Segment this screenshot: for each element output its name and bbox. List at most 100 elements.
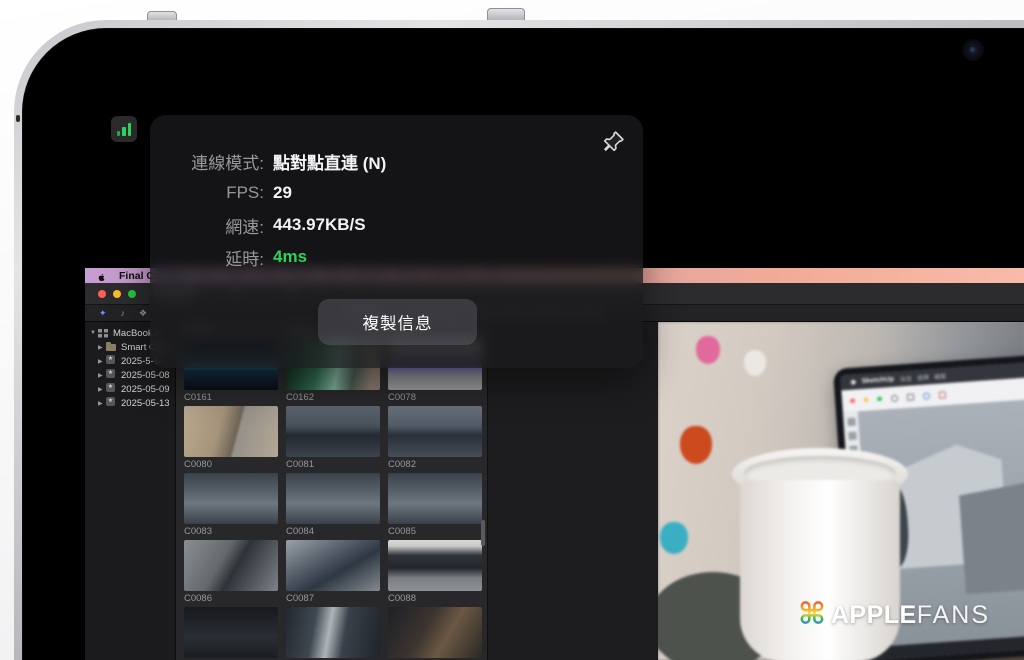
pin-button[interactable] <box>601 128 627 154</box>
clip-thumbnail[interactable] <box>388 406 482 457</box>
stat-value: 4ms <box>273 247 307 267</box>
clip-thumbnail[interactable] <box>184 406 278 457</box>
sidebar-item[interactable]: ▶ 2025-05-13 <box>85 396 175 410</box>
clip-cell[interactable]: C0086 <box>184 540 278 607</box>
model-building-shadow <box>958 478 1024 594</box>
clip-thumbnail[interactable] <box>286 473 380 524</box>
clip-label: C0081 <box>286 459 380 470</box>
stats-rows: 連線模式: 點對點直連 (N) FPS: 29 網速: 443.97KB/S 延… <box>150 145 643 273</box>
stat-label: 網速: <box>164 213 264 238</box>
yellow-dot <box>863 397 868 402</box>
clip-label: C0082 <box>388 459 482 470</box>
apple-menu-icon[interactable] <box>97 270 106 281</box>
browser-scrollbar[interactable] <box>481 520 485 546</box>
close-window-button[interactable] <box>98 290 106 298</box>
clip-thumbnail[interactable] <box>184 473 278 524</box>
sidebar-item-icon <box>106 399 117 408</box>
signal-bar-icon <box>122 127 126 136</box>
clip-label: C0086 <box>184 593 278 604</box>
stat-value: 443.97KB/S <box>273 215 366 235</box>
signal-bar-icon <box>117 131 121 136</box>
clip-cell[interactable] <box>388 607 482 660</box>
clip-label: C0085 <box>388 526 482 537</box>
signal-bar-icon <box>128 123 132 136</box>
front-camera <box>962 39 984 61</box>
microphone-dot <box>16 115 20 122</box>
copy-info-button[interactable]: 複製信息 <box>318 299 477 345</box>
sidebar-item-label: 2025-05-13 <box>121 398 170 409</box>
clip-label: C0078 <box>388 392 482 403</box>
clip-label: C0088 <box>388 593 482 604</box>
fcp-clip-browser: C0156 C0158 C0160 C0161 <box>176 322 487 660</box>
sketchup-menu-item: 信息 <box>900 374 913 384</box>
applefans-watermark: ⌘ APPLE FANS <box>798 600 990 630</box>
clip-thumbnail[interactable] <box>184 607 278 658</box>
clip-thumbnail[interactable] <box>286 607 380 658</box>
clip-thumbnail[interactable] <box>184 540 278 591</box>
clip-cell[interactable] <box>286 607 380 660</box>
clip-cell[interactable]: C0087 <box>286 540 380 607</box>
clip-label: C0087 <box>286 593 380 604</box>
tablet-bezel-edge: Final Cut Pro FileEditTrimMarkClipModify… <box>14 20 1024 660</box>
clip-label: C0080 <box>184 459 278 470</box>
apple-sticker-red <box>680 426 712 464</box>
disclosure-triangle-icon[interactable]: ▶ <box>98 358 106 365</box>
clip-thumbnail[interactable] <box>286 406 380 457</box>
magnifier-tool-icon <box>890 394 897 401</box>
disclosure-triangle-icon[interactable]: ▶ <box>98 386 106 393</box>
stat-row: 延時: 4ms <box>150 241 643 273</box>
clip-cell[interactable]: C0088 <box>388 540 482 607</box>
zoom-window-button[interactable] <box>128 290 136 298</box>
clip-thumbnail[interactable] <box>388 473 482 524</box>
sidebar-item-label: 2025-05-09 <box>121 384 170 395</box>
clip-label: C0083 <box>184 526 278 537</box>
sidebar-item-icon <box>106 371 117 380</box>
eraser-tool-icon <box>922 392 929 399</box>
sketchup-menu-items: 信息選擇繪圖 <box>900 371 947 383</box>
stat-row: 網速: 443.97KB/S <box>150 209 643 241</box>
clip-grid: C0156 C0158 C0160 C0161 <box>176 322 487 660</box>
library-tab-icon[interactable]: ✦ <box>99 308 107 319</box>
green-dot <box>877 397 882 402</box>
stat-value: 點對點直連 (N) <box>273 149 386 174</box>
fcp-viewer: SketchUp 信息選擇繪圖 <box>658 322 1024 660</box>
clip-cell[interactable] <box>184 607 278 660</box>
screenshot-stage: Final Cut Pro FileEditTrimMarkClipModify… <box>0 0 1024 660</box>
clip-cell[interactable]: C0083 <box>184 473 278 540</box>
stat-label: 連線模式: <box>164 149 264 174</box>
sidebar-item[interactable]: ▶ 2025-05-08 <box>85 368 175 382</box>
red-dot <box>850 398 855 403</box>
tablet-screen: Final Cut Pro FileEditTrimMarkClipModify… <box>22 28 1024 660</box>
clip-thumbnail[interactable] <box>388 607 482 658</box>
coffee-cup <box>740 480 900 660</box>
apple-sticker-pink <box>696 336 720 364</box>
apple-sticker-teal <box>660 522 688 554</box>
connection-stats-panel: 連線模式: 點對點直連 (N) FPS: 29 網速: 443.97KB/S 延… <box>150 115 643 368</box>
clip-cell[interactable]: C0081 <box>286 406 380 473</box>
apple-sticker-white <box>744 350 766 376</box>
browser-empty-area <box>487 322 658 660</box>
photos-audio-tab-icon[interactable]: ♪ <box>121 308 126 318</box>
watermark-apple-text: APPLE <box>831 601 917 630</box>
signal-strength-badge[interactable] <box>111 116 137 142</box>
disclosure-triangle-icon[interactable]: ▼ <box>90 330 98 336</box>
sketchup-title: SketchUp <box>862 376 895 385</box>
sketchup-menu-item: 繪圖 <box>934 371 947 381</box>
sidebar-item[interactable]: ▶ 2025-05-09 <box>85 382 175 396</box>
clip-cell[interactable]: C0080 <box>184 406 278 473</box>
titles-generators-tab-icon[interactable]: ❖ <box>139 308 147 319</box>
disclosure-triangle-icon[interactable]: ▶ <box>98 400 106 407</box>
disclosure-triangle-icon[interactable]: ▶ <box>98 344 106 351</box>
minimize-window-button[interactable] <box>113 290 121 298</box>
clip-label: C0161 <box>184 392 278 403</box>
clip-cell[interactable]: C0084 <box>286 473 380 540</box>
clip-thumbnail[interactable] <box>388 540 482 591</box>
pen-tool-icon <box>938 391 945 398</box>
clip-cell[interactable]: C0082 <box>388 406 482 473</box>
clip-label: C0162 <box>286 392 380 403</box>
clip-thumbnail[interactable] <box>286 540 380 591</box>
clip-cell[interactable]: C0085 <box>388 473 482 540</box>
disclosure-triangle-icon[interactable]: ▶ <box>98 372 106 379</box>
stat-row: 連線模式: 點對點直連 (N) <box>150 145 643 177</box>
sidebar-item-icon <box>106 343 117 352</box>
